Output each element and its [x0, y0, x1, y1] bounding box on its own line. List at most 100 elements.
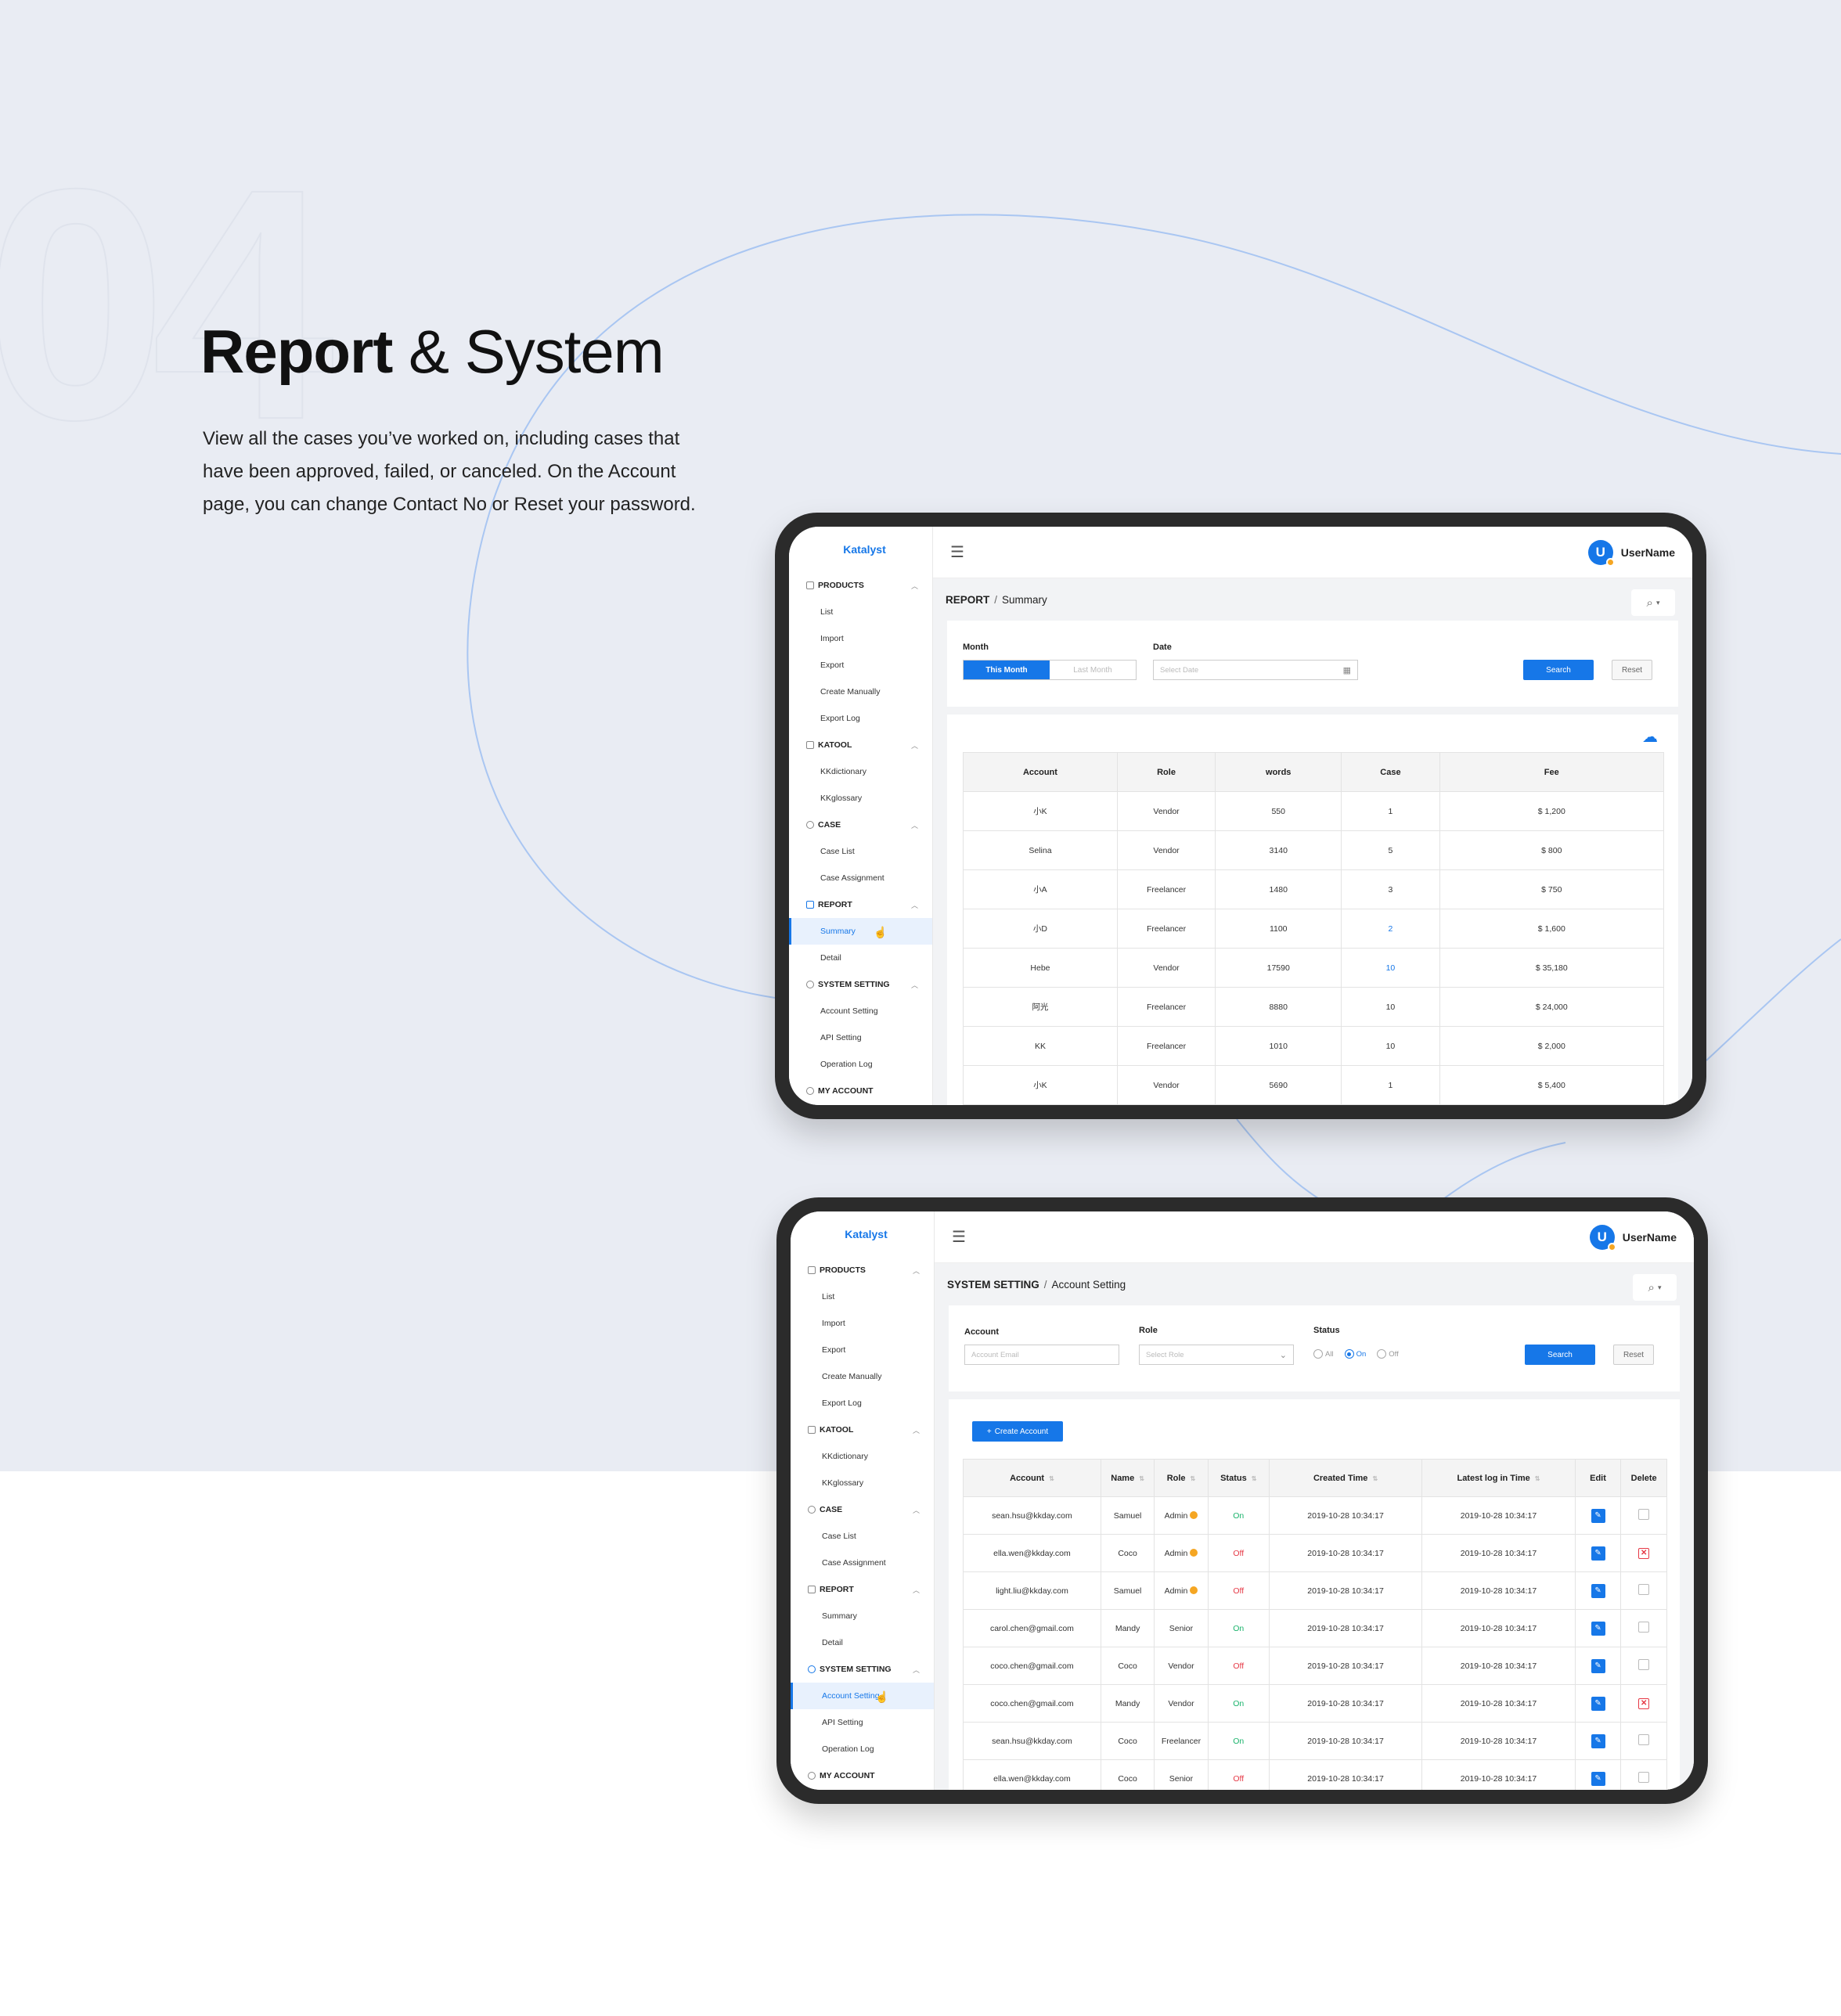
edit-icon[interactable]: ✎ — [1591, 1658, 1605, 1673]
edit-icon[interactable]: ✎ — [1591, 1546, 1605, 1561]
reset-button[interactable]: Reset — [1612, 660, 1652, 680]
sidebar-group-products[interactable]: PRODUCTS ︿ — [789, 572, 932, 599]
sidebar-item-summary[interactable]: Summary ☝ — [789, 918, 932, 945]
sidebar-item-operation-log[interactable]: Operation Log — [789, 1051, 932, 1078]
sidebar-item-import[interactable]: Import — [789, 625, 932, 652]
sidebar-item-export-log[interactable]: Export Log — [789, 705, 932, 732]
sidebar-item-case-list[interactable]: Case List — [789, 838, 932, 865]
delete-checkbox[interactable] — [1638, 1734, 1650, 1745]
delete-checkbox[interactable] — [1638, 1772, 1650, 1783]
user-menu[interactable]: U UserName — [1587, 539, 1675, 567]
sidebar-item-kkdictionary[interactable]: KKdictionary — [789, 758, 932, 785]
sidebar-group-case[interactable]: CASE ︿ — [789, 812, 932, 838]
sidebar-group-my-account[interactable]: MY ACCOUNT — [789, 1078, 932, 1104]
sidebar-item-case-assignment[interactable]: Case Assignment — [791, 1550, 934, 1576]
create-account-button[interactable]: + Create Account — [972, 1421, 1063, 1442]
breadcrumb-parent[interactable]: REPORT — [946, 594, 989, 606]
sidebar-item-export[interactable]: Export — [789, 652, 932, 679]
table-row[interactable]: Selina Vendor 3140 5 $ 800 — [963, 830, 1665, 870]
menu-toggle-icon[interactable]: ☰ — [950, 542, 964, 562]
user-menu[interactable]: U UserName — [1589, 1224, 1677, 1251]
account-email-input[interactable]: Account Email — [964, 1345, 1119, 1365]
delete-marked-icon[interactable]: ✕ — [1638, 1697, 1650, 1709]
search-button[interactable]: Search — [1523, 660, 1594, 680]
delete-checkbox[interactable] — [1638, 1659, 1650, 1670]
sidebar-item-api-setting[interactable]: API Setting — [789, 1024, 932, 1051]
sidebar-item-import[interactable]: Import — [791, 1310, 934, 1337]
sidebar-group-system-setting[interactable]: SYSTEM SETTING ︿ — [789, 971, 932, 998]
menu-toggle-icon[interactable]: ☰ — [952, 1227, 966, 1247]
table-row[interactable]: 小K Vendor 550 1 $ 1,200 — [963, 791, 1665, 831]
sidebar-group-report[interactable]: REPORT ︿ — [791, 1576, 934, 1603]
this-month-option[interactable]: This Month — [964, 661, 1050, 679]
sidebar-item-export[interactable]: Export — [791, 1337, 934, 1363]
sidebar-item-account-setting[interactable]: Account Setting — [789, 998, 932, 1024]
sidebar-item-case-list[interactable]: Case List — [791, 1523, 934, 1550]
sidebar-group-case[interactable]: CASE ︿ — [791, 1496, 934, 1523]
filter-toggle[interactable]: ⌕ ▾ — [1631, 589, 1675, 616]
brand-logo[interactable]: Katalyst — [789, 527, 932, 572]
sidebar-item-account-setting[interactable]: Account Setting ☝ — [791, 1683, 934, 1709]
search-button[interactable]: Search — [1525, 1345, 1595, 1365]
sidebar-item-create-manually[interactable]: Create Manually — [789, 679, 932, 705]
brand-logo[interactable]: Katalyst — [791, 1211, 934, 1257]
filter-toggle[interactable]: ⌕ ▾ — [1633, 1274, 1677, 1301]
sidebar-item-case-assignment[interactable]: Case Assignment — [789, 865, 932, 891]
date-input[interactable]: Select Date ▦ — [1153, 660, 1358, 680]
sidebar-group-katool[interactable]: KATOOL ︿ — [791, 1417, 934, 1443]
delete-checkbox[interactable] — [1638, 1584, 1650, 1595]
sidebar-item-kkdictionary[interactable]: KKdictionary — [791, 1443, 934, 1470]
col-name[interactable]: Name ⇅ — [1100, 1459, 1155, 1497]
table-row[interactable]: Hebe Vendor 17590 10 $ 35,180 — [963, 948, 1665, 988]
status-radio-all[interactable]: All — [1313, 1349, 1334, 1359]
table-row[interactable]: 阿光 Freelancer 8880 10 $ 24,000 — [963, 987, 1665, 1027]
sidebar-group-my-account[interactable]: MY ACCOUNT — [791, 1762, 934, 1789]
sidebar-item-kkglossary[interactable]: KKglossary — [791, 1470, 934, 1496]
status-radio-off[interactable]: Off — [1377, 1349, 1399, 1359]
delete-marked-icon[interactable]: ✕ — [1638, 1547, 1650, 1559]
delete-checkbox[interactable] — [1638, 1509, 1650, 1520]
chevron-up-icon: ︿ — [910, 821, 918, 830]
sidebar-item-list[interactable]: List — [789, 599, 932, 625]
col-account[interactable]: Account ⇅ — [963, 1459, 1101, 1497]
sidebar-group-katool[interactable]: KATOOL ︿ — [789, 732, 932, 758]
cloud-download-icon[interactable]: ☁ — [1642, 727, 1658, 747]
sidebar-item-detail[interactable]: Detail — [789, 945, 932, 971]
edit-icon[interactable]: ✎ — [1591, 1621, 1605, 1636]
sidebar-item-list[interactable]: List — [791, 1283, 934, 1310]
sidebar-item-operation-log[interactable]: Operation Log — [791, 1736, 934, 1762]
edit-icon[interactable]: ✎ — [1591, 1583, 1605, 1598]
sidebar-group-system-setting[interactable]: SYSTEM SETTING ︿ — [791, 1656, 934, 1683]
case-cell[interactable]: 10 — [1341, 948, 1440, 988]
edit-icon[interactable]: ✎ — [1591, 1508, 1605, 1523]
case-cell[interactable]: 2 — [1341, 909, 1440, 949]
sidebar-group-report[interactable]: REPORT ︿ — [789, 891, 932, 918]
sidebar-item-export-log[interactable]: Export Log — [791, 1390, 934, 1417]
table-row[interactable]: 小D Freelancer 1100 2 $ 1,600 — [963, 909, 1665, 949]
sidebar-item-summary[interactable]: Summary — [791, 1603, 934, 1629]
col-created-time[interactable]: Created Time ⇅ — [1268, 1459, 1423, 1497]
col-latest-login[interactable]: Latest log in Time ⇅ — [1421, 1459, 1576, 1497]
col-role[interactable]: Role ⇅ — [1154, 1459, 1209, 1497]
status-radio-on[interactable]: On — [1344, 1349, 1366, 1359]
breadcrumb-parent[interactable]: SYSTEM SETTING — [947, 1279, 1039, 1291]
sidebar-group-products[interactable]: PRODUCTS ︿ — [791, 1257, 934, 1283]
sidebar-item-api-setting[interactable]: API Setting — [791, 1709, 934, 1736]
sidebar-item-detail[interactable]: Detail — [791, 1629, 934, 1656]
pointer-cursor-icon: ☝ — [874, 926, 888, 938]
status-cell-text: Off — [1233, 1586, 1245, 1596]
table-row[interactable]: KK Freelancer 1010 10 $ 2,000 — [963, 1026, 1665, 1066]
edit-icon[interactable]: ✎ — [1591, 1733, 1605, 1748]
sidebar-item-create-manually[interactable]: Create Manually — [791, 1363, 934, 1390]
last-month-option[interactable]: Last Month — [1050, 661, 1136, 679]
table-row[interactable]: 小A Freelancer 1480 3 $ 750 — [963, 869, 1665, 909]
edit-icon[interactable]: ✎ — [1591, 1696, 1605, 1711]
edit-icon[interactable]: ✎ — [1591, 1771, 1605, 1786]
role-select[interactable]: Select Role ⌄ — [1139, 1345, 1294, 1365]
reset-button[interactable]: Reset — [1613, 1345, 1654, 1365]
table-row[interactable]: 小K Vendor 5690 1 $ 5,400 — [963, 1065, 1665, 1105]
delete-checkbox[interactable] — [1638, 1622, 1650, 1633]
latest-login-cell: 2019-10-28 10:34:17 — [1421, 1759, 1576, 1790]
col-status[interactable]: Status ⇅ — [1207, 1459, 1270, 1497]
sidebar-item-kkglossary[interactable]: KKglossary — [789, 785, 932, 812]
